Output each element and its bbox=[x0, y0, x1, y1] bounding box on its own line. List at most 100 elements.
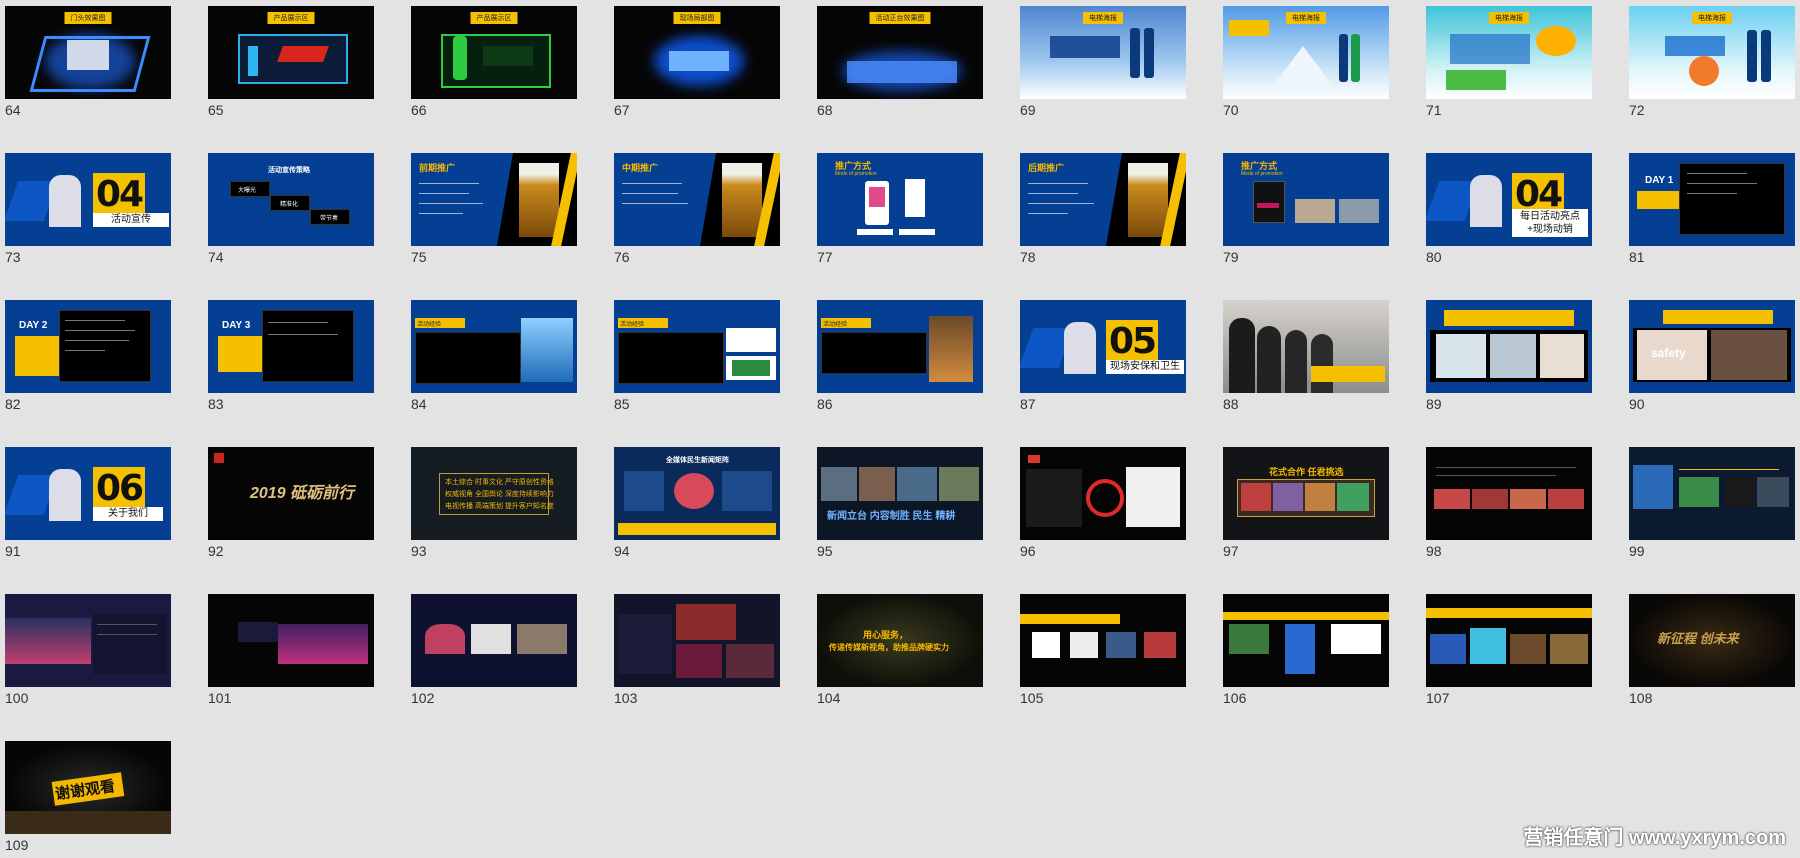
slogan-line: 本土综合 时事文化 严守原创性资格 bbox=[445, 479, 554, 486]
slide-thumbnail-77[interactable]: 推广方式 Mode of promotion 77 bbox=[817, 153, 983, 265]
slide-thumbnail-69[interactable]: 电梯海报 69 bbox=[1020, 6, 1186, 118]
slide-number: 87 bbox=[1020, 396, 1036, 412]
slide-thumbnail-105[interactable]: 105 bbox=[1020, 594, 1186, 706]
slide-thumbnail-98[interactable]: 98 bbox=[1426, 447, 1592, 559]
slide-thumbnail-109[interactable]: 谢谢观看 109 bbox=[5, 741, 171, 853]
slide-number: 99 bbox=[1629, 543, 1645, 559]
slide-thumbnail-81[interactable]: DAY 1 81 bbox=[1629, 153, 1795, 265]
slide-number: 71 bbox=[1426, 102, 1442, 118]
slide-number: 79 bbox=[1223, 249, 1239, 265]
slide-thumbnail-102[interactable]: 102 bbox=[411, 594, 577, 706]
step-label: 带节奏 bbox=[320, 216, 339, 222]
slide-number: 74 bbox=[208, 249, 224, 265]
slide-number: 85 bbox=[614, 396, 630, 412]
slide-thumbnail-91[interactable]: 06 关于我们 91 bbox=[5, 447, 171, 559]
slide-thumbnail-87[interactable]: 05 现场安保和卫生 87 bbox=[1020, 300, 1186, 412]
slide-thumbnail-83[interactable]: DAY 3 83 bbox=[208, 300, 374, 412]
slide-thumbnail-94[interactable]: 全媒体民生新闻矩阵 94 bbox=[614, 447, 780, 559]
slide-thumbnail-95[interactable]: 新闻立台 内容制胜 民生 精耕 95 bbox=[817, 447, 983, 559]
slide-thumbnail-79[interactable]: 推广方式 Mode of promotion 79 bbox=[1223, 153, 1389, 265]
slide-thumbnail-103[interactable]: 103 bbox=[614, 594, 780, 706]
slide-thumbnail-64[interactable]: 门头效果图 64 bbox=[5, 6, 171, 118]
slide-number: 103 bbox=[614, 690, 638, 706]
section-caption: 活动宣传 bbox=[93, 213, 169, 227]
slide-thumbnail-92[interactable]: 2019 砥砺前行 92 bbox=[208, 447, 374, 559]
slide-thumbnail-108[interactable]: 新征程 创未来 108 bbox=[1629, 594, 1795, 706]
slide-label: 活动经验 bbox=[823, 322, 848, 328]
day-label: DAY 2 bbox=[19, 320, 48, 331]
slide-number: 106 bbox=[1223, 690, 1247, 706]
slide-number: 86 bbox=[817, 396, 833, 412]
slide-thumbnail-99[interactable]: 99 bbox=[1629, 447, 1795, 559]
slide-thumbnail-65[interactable]: 产品展示区 65 bbox=[208, 6, 374, 118]
slide-thumbnail-82[interactable]: DAY 2 82 bbox=[5, 300, 171, 412]
slide-number: 81 bbox=[1629, 249, 1645, 265]
slide-thumbnail-89[interactable]: 89 bbox=[1426, 300, 1592, 412]
slide-tag: 产品展示区 bbox=[470, 12, 518, 24]
slide-thumbnail-106[interactable]: 106 bbox=[1223, 594, 1389, 706]
slide-number: 97 bbox=[1223, 543, 1239, 559]
slide-number: 88 bbox=[1223, 396, 1239, 412]
slide-thumbnail-90[interactable]: safety 90 bbox=[1629, 300, 1795, 412]
slide-title: 前期推广 bbox=[419, 163, 456, 173]
slide-thumbnail-100[interactable]: 100 bbox=[5, 594, 171, 706]
slide-number: 83 bbox=[208, 396, 224, 412]
slide-number: 105 bbox=[1020, 690, 1044, 706]
slide-number: 94 bbox=[614, 543, 630, 559]
slide-number: 80 bbox=[1426, 249, 1442, 265]
slide-thumbnail-93[interactable]: 本土综合 时事文化 严守原创性资格 权威视角 全国舆论 深度持续影响力 电视传播… bbox=[411, 447, 577, 559]
section-caption: 现场安保和卫生 bbox=[1106, 360, 1184, 374]
slide-thumbnail-88[interactable]: 88 bbox=[1223, 300, 1389, 412]
slide-number: 82 bbox=[5, 396, 21, 412]
slide-number: 89 bbox=[1426, 396, 1442, 412]
slide-thumbnail-97[interactable]: 花式合作 任君挑选 97 bbox=[1223, 447, 1389, 559]
slide-thumbnail-72[interactable]: 电梯海报 72 bbox=[1629, 6, 1795, 118]
slide-thumbnail-80[interactable]: 04 每日活动亮点 +现场动销 80 bbox=[1426, 153, 1592, 265]
slide-thumbnail-96[interactable]: 96 bbox=[1020, 447, 1186, 559]
slide-thumbnail-76[interactable]: 中期推广 76 bbox=[614, 153, 780, 265]
slide-tag: 电梯海报 bbox=[1489, 12, 1529, 24]
slide-thumbnail-78[interactable]: 后期推广 78 bbox=[1020, 153, 1186, 265]
slide-number: 70 bbox=[1223, 102, 1239, 118]
section-caption: +现场动销 bbox=[1527, 224, 1573, 235]
slide-number: 72 bbox=[1629, 102, 1645, 118]
slide-thumbnail-71[interactable]: 电梯海报 71 bbox=[1426, 6, 1592, 118]
slide-subtitle: Mode of promotion bbox=[835, 171, 877, 177]
slide-subtitle: Mode of promotion bbox=[1241, 171, 1283, 177]
slide-thumbnail-73[interactable]: 04 活动宣传 73 bbox=[5, 153, 171, 265]
slogan-line: 用心服务， bbox=[863, 630, 909, 640]
step-label: 大曝光 bbox=[238, 188, 257, 194]
slide-number: 104 bbox=[817, 690, 841, 706]
slide-title: 全媒体民生新闻矩阵 bbox=[666, 457, 729, 464]
slide-tag: 电梯海报 bbox=[1286, 12, 1326, 24]
slide-thumbnail-86[interactable]: 活动经验 86 bbox=[817, 300, 983, 412]
safety-text: safety bbox=[1651, 346, 1686, 360]
slide-title: 后期推广 bbox=[1028, 163, 1065, 173]
slide-thumbnail-101[interactable]: 101 bbox=[208, 594, 374, 706]
slide-thumbnail-68[interactable]: 活动正台效果图 68 bbox=[817, 6, 983, 118]
step-label: 精准化 bbox=[280, 202, 299, 208]
slide-thumbnail-85[interactable]: 活动经验 85 bbox=[614, 300, 780, 412]
slide-thumbnail-74[interactable]: 活动宣传策略 大曝光 精准化 带节奏 74 bbox=[208, 153, 374, 265]
section-caption: 关于我们 bbox=[93, 507, 163, 521]
slide-number: 65 bbox=[208, 102, 224, 118]
slogan-text: 新闻立台 内容制胜 民生 精耕 bbox=[827, 511, 956, 522]
slide-number: 66 bbox=[411, 102, 427, 118]
slide-number: 98 bbox=[1426, 543, 1442, 559]
section-caption: 每日活动亮点 bbox=[1520, 211, 1580, 222]
slide-thumbnail-66[interactable]: 产品展示区 66 bbox=[411, 6, 577, 118]
slogan-line: 传递传媒新视角，助推品牌硬实力 bbox=[829, 643, 949, 652]
slide-thumbnail-84[interactable]: 活动经验 84 bbox=[411, 300, 577, 412]
slide-thumbnail-104[interactable]: 用心服务， 传递传媒新视角，助推品牌硬实力 104 bbox=[817, 594, 983, 706]
slide-thumbnail-107[interactable]: 107 bbox=[1426, 594, 1592, 706]
slide-title: 新征程 创未来 bbox=[1657, 631, 1739, 646]
slide-number: 75 bbox=[411, 249, 427, 265]
slide-thumbnail-67[interactable]: 现场局部图 67 bbox=[614, 6, 780, 118]
slide-thumbnail-70[interactable]: 电梯海报 70 bbox=[1223, 6, 1389, 118]
slide-label: 活动经验 bbox=[417, 322, 442, 328]
slide-number: 109 bbox=[5, 837, 29, 853]
slide-number: 90 bbox=[1629, 396, 1645, 412]
watermark-text: 营销任意门 www.yxrym.com bbox=[1523, 827, 1786, 849]
slide-number: 96 bbox=[1020, 543, 1036, 559]
slide-thumbnail-75[interactable]: 前期推广 75 bbox=[411, 153, 577, 265]
